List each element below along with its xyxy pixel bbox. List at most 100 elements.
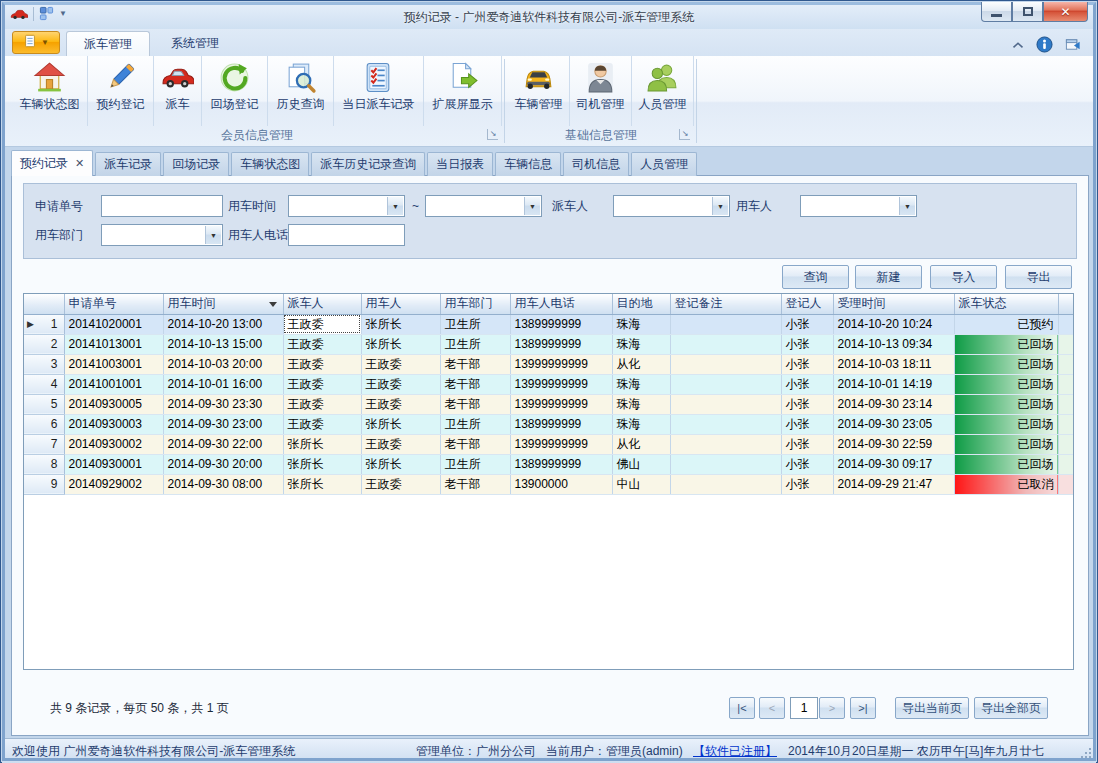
row-header-cell[interactable]: 8	[24, 454, 64, 474]
grid-cell[interactable]: 2014-09-30 22:59	[833, 434, 954, 454]
grid-cell[interactable]: 卫生所	[440, 454, 510, 474]
grid-cell[interactable]: 张所长	[361, 334, 440, 354]
status-cell[interactable]: 已回场	[954, 374, 1058, 394]
dispatcher-combo[interactable]: ▼	[613, 195, 730, 217]
grid-cell[interactable]: 从化	[612, 354, 670, 374]
grid-cell[interactable]: 王政委	[283, 334, 361, 354]
grid-cell[interactable]: 20140930003	[64, 414, 163, 434]
grid-cell[interactable]: 老干部	[440, 394, 510, 414]
grid-cell[interactable]: 珠海	[612, 394, 670, 414]
grid-cell[interactable]: 张所长	[283, 454, 361, 474]
row-header-cell[interactable]: 4	[24, 374, 64, 394]
grid-cell[interactable]: 2014-10-01 16:00	[163, 374, 283, 394]
dialog-launcher-icon[interactable]: ↘	[487, 129, 498, 140]
grid-cell[interactable]: 小张	[781, 334, 833, 354]
ribbon-button-search-docs[interactable]: 历史查询	[268, 56, 334, 126]
ribbon-button-pencil[interactable]: 预约登记	[88, 56, 154, 126]
query-button[interactable]: 查询	[782, 265, 849, 289]
page-number-input[interactable]: 1	[790, 697, 818, 719]
grid-cell[interactable]: 张所长	[283, 434, 361, 454]
grid-cell[interactable]: 20140930002	[64, 434, 163, 454]
grid-cell[interactable]: 2014-10-20 10:24	[833, 314, 954, 334]
ribbon-button-recycle[interactable]: 回场登记	[202, 56, 268, 126]
doc-tab-1[interactable]: 派车记录	[95, 152, 161, 176]
grid-cell[interactable]: 王政委	[361, 394, 440, 414]
grid-cell[interactable]: 1389999999	[510, 454, 612, 474]
grid-cell[interactable]: 2014-09-30 23:30	[163, 394, 283, 414]
grid-cell[interactable]: 小张	[781, 454, 833, 474]
collapse-ribbon-icon[interactable]	[1011, 39, 1025, 53]
grid-cell[interactable]: 2014-09-30 23:14	[833, 394, 954, 414]
export-current-page-button[interactable]: 导出当前页	[895, 697, 969, 719]
grid-cell[interactable]: 老干部	[440, 434, 510, 454]
grid-cell[interactable]: 20141001001	[64, 374, 163, 394]
use-time-to-combo[interactable]: ▼	[425, 195, 542, 217]
row-header-cell[interactable]: 3	[24, 354, 64, 374]
ribbon-button-car-red[interactable]: 派车	[154, 56, 202, 126]
grid-cell[interactable]	[670, 414, 781, 434]
grid-column-header[interactable]: 用车人电话	[510, 294, 612, 314]
grid-cell[interactable]: 20140929002	[64, 474, 163, 494]
grid-cell[interactable]: 珠海	[612, 374, 670, 394]
phone-input[interactable]	[288, 224, 405, 246]
grid-cell[interactable]: 珠海	[612, 334, 670, 354]
grid-column-header[interactable]: 用车时间	[163, 294, 283, 314]
grid-cell[interactable]	[670, 374, 781, 394]
grid-cell[interactable]: 20140930001	[64, 454, 163, 474]
grid-cell[interactable]: 佛山	[612, 454, 670, 474]
grid-cell[interactable]: 王政委	[361, 434, 440, 454]
grid-column-header[interactable]: 用车人	[361, 294, 440, 314]
table-row[interactable]: 9201409290022014-09-30 08:00张所长王政委老干部139…	[24, 474, 1074, 494]
doc-tab-5[interactable]: 当日报表	[427, 152, 493, 176]
grid-cell[interactable]: 1389999999	[510, 314, 612, 334]
row-header-cell[interactable]: 9	[24, 474, 64, 494]
grid-column-header[interactable]: 派车状态	[954, 294, 1058, 314]
grid-cell[interactable]: 2014-09-30 09:17	[833, 454, 954, 474]
grid-cell[interactable]: 2014-09-30 22:00	[163, 434, 283, 454]
grid-cell[interactable]: 老干部	[440, 354, 510, 374]
prev-page-button[interactable]: <	[759, 697, 785, 719]
grid-cell[interactable]: 张所长	[283, 474, 361, 494]
import-button[interactable]: 导入	[930, 265, 997, 289]
grid-cell[interactable]: 小张	[781, 354, 833, 374]
grid-cell[interactable]: 王政委	[283, 314, 361, 334]
grid-cell[interactable]	[670, 314, 781, 334]
grid-cell[interactable]: 张所长	[361, 414, 440, 434]
grid-cell[interactable]: 小张	[781, 374, 833, 394]
grid-cell[interactable]: 2014-10-13 09:34	[833, 334, 954, 354]
grid-cell[interactable]: 王政委	[283, 394, 361, 414]
doc-tab-2[interactable]: 回场记录	[163, 152, 229, 176]
dialog-launcher-icon[interactable]: ↘	[679, 129, 690, 140]
grid-cell[interactable]: 张所长	[361, 314, 440, 334]
use-time-from-combo[interactable]: ▼	[288, 195, 405, 217]
close-button[interactable]: ✕	[1043, 2, 1088, 22]
next-page-button[interactable]: >	[819, 697, 845, 719]
grid-cell[interactable]: 2014-09-30 23:05	[833, 414, 954, 434]
export-button[interactable]: 导出	[1005, 265, 1072, 289]
grid-cell[interactable]: 1389999999	[510, 414, 612, 434]
maximize-button[interactable]	[1012, 2, 1043, 22]
doc-tab-8[interactable]: 人员管理	[631, 152, 697, 176]
grid-cell[interactable]	[670, 434, 781, 454]
grid-cell[interactable]: 13999999999	[510, 374, 612, 394]
grid-cell[interactable]: 2014-09-30 20:00	[163, 454, 283, 474]
grid-cell[interactable]: 小张	[781, 434, 833, 454]
grid-cell[interactable]	[670, 474, 781, 494]
grid-cell[interactable]	[670, 394, 781, 414]
grid-column-header[interactable]: 用车部门	[440, 294, 510, 314]
ribbon-button-checklist[interactable]: 当日派车记录	[334, 56, 424, 126]
grid-cell[interactable]: 王政委	[283, 354, 361, 374]
table-row[interactable]: 4201410010012014-10-01 16:00王政委王政委老干部139…	[24, 374, 1074, 394]
table-row[interactable]: 6201409300032014-09-30 23:00王政委张所长卫生所138…	[24, 414, 1074, 434]
application-menu-button[interactable]: ▼	[12, 31, 60, 54]
grid-cell[interactable]: 2014-09-29 21:47	[833, 474, 954, 494]
ribbon-button-car-yellow[interactable]: 车辆管理	[508, 56, 570, 126]
grid-column-header[interactable]: 登记备注	[670, 294, 781, 314]
doc-tab-4[interactable]: 派车历史记录查询	[311, 152, 425, 176]
table-row[interactable]: 5201409300052014-09-30 23:30王政委王政委老干部139…	[24, 394, 1074, 414]
grid-cell[interactable]: 小张	[781, 474, 833, 494]
grid-column-header[interactable]: 受理时间	[833, 294, 954, 314]
ribbon-button-people[interactable]: 人员管理	[632, 56, 694, 126]
doc-tab-6[interactable]: 车辆信息	[495, 152, 561, 176]
grid-cell[interactable]: 20141003001	[64, 354, 163, 374]
